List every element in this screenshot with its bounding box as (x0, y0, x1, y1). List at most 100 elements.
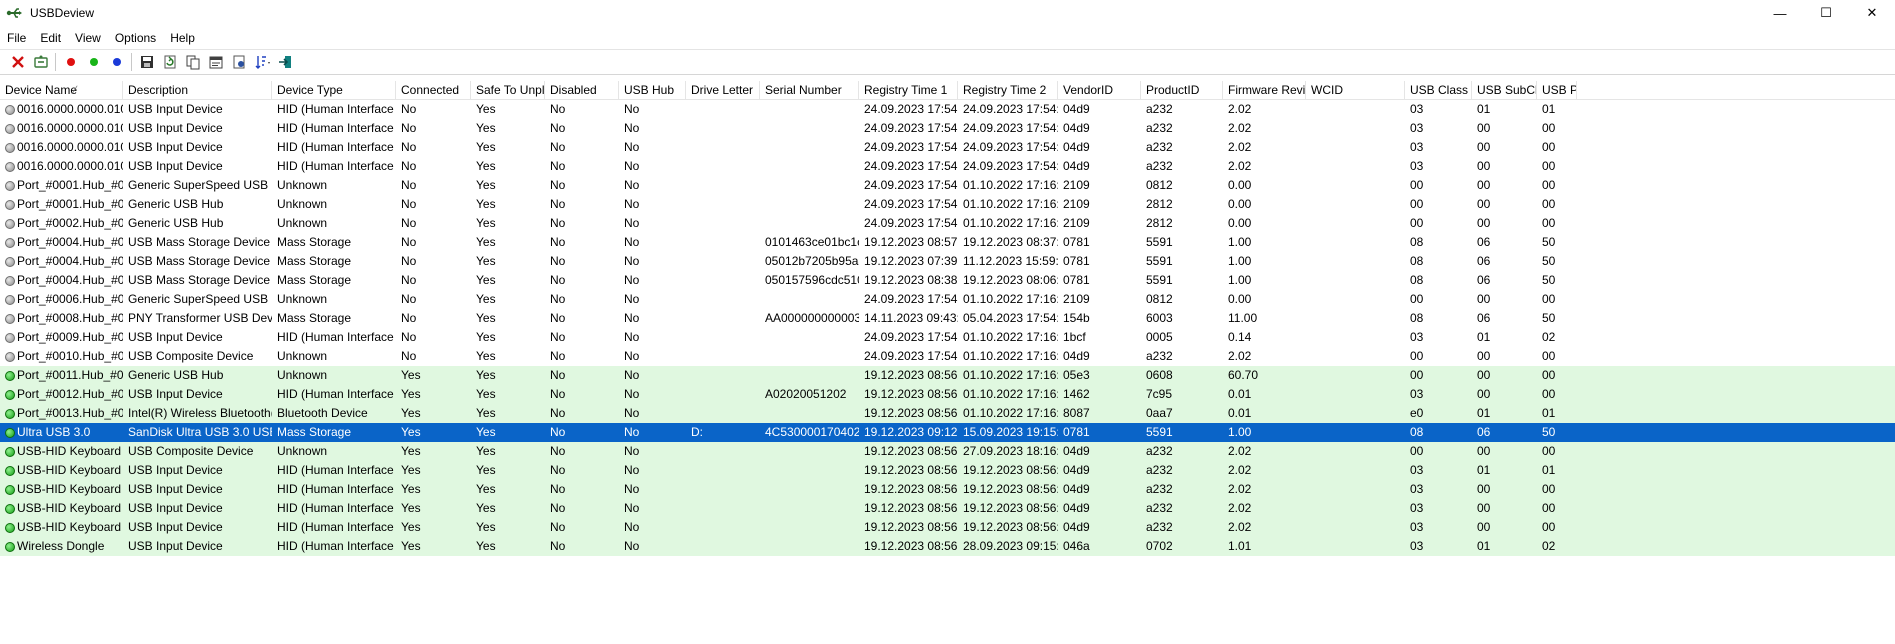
table-row[interactable]: 0016.0000.0000.010.00... USB Input Device… (0, 119, 1895, 138)
table-row[interactable]: USB-HID Keyboard USB Composite Device Unkn… (0, 442, 1895, 461)
maximize-button[interactable]: ☐ (1803, 0, 1849, 26)
enable-button[interactable] (82, 51, 105, 73)
table-cell: 5591 (1146, 235, 1173, 249)
column-header-serial-number[interactable]: Serial Number (760, 81, 859, 100)
table-cell: Yes (476, 140, 496, 154)
column-header-wcid[interactable]: WCID (1306, 81, 1405, 100)
table-cell: No (401, 235, 417, 249)
table-cell: 2.02 (1228, 482, 1252, 496)
column-header-usb-p[interactable]: USB P (1537, 81, 1577, 100)
table-cell: USB Input Device (128, 520, 223, 534)
table-cell: Unknown (277, 349, 328, 363)
table-row[interactable]: Ultra USB 3.0 SanDisk Ultra USB 3.0 USB D… (0, 423, 1895, 442)
table-cell: No (624, 463, 640, 477)
menu-file[interactable]: File (0, 27, 33, 49)
table-cell: 19.12.2023 07:39:49 (864, 254, 958, 268)
table-cell: 0.00 (1228, 216, 1252, 230)
table-cell: 00 (1477, 482, 1491, 496)
table-cell: Yes (476, 159, 496, 173)
column-header-device-type[interactable]: Device Type (272, 81, 396, 100)
column-header-drive-letter[interactable]: Drive Letter (686, 81, 760, 100)
table-row[interactable]: USB-HID Keyboard USB Input Device HID (Hum… (0, 499, 1895, 518)
device-list[interactable]: Device Name ∕ Description Device Type Connec… (0, 81, 1895, 644)
table-cell (1306, 347, 1405, 366)
column-header-usb-hub[interactable]: USB Hub (619, 81, 686, 100)
table-row[interactable]: Port_#0004.Hub_#0003 USB Mass Storage Dev… (0, 252, 1895, 271)
column-header-registry-time-1[interactable]: Registry Time 1 (859, 81, 958, 100)
table-row[interactable]: Port_#0013.Hub_#0002 Intel(R) Wireless Bl… (0, 404, 1895, 423)
html-report-button[interactable] (227, 51, 250, 73)
minimize-button[interactable]: — (1757, 0, 1803, 26)
table-cell: 00 (1410, 368, 1424, 382)
table-row[interactable]: USB-HID Keyboard USB Input Device HID (Hum… (0, 461, 1895, 480)
table-cell: 08 (1410, 254, 1424, 268)
table-cell: HID (Human Interface D... (277, 102, 396, 116)
disable-button[interactable] (59, 51, 82, 73)
menu-view[interactable]: View (68, 27, 108, 49)
save-button[interactable] (135, 51, 158, 73)
table-cell: No (624, 216, 640, 230)
close-button[interactable]: ✕ (1849, 0, 1895, 26)
disconnect-button[interactable] (29, 51, 52, 73)
table-row[interactable]: 0016.0000.0000.010.00... USB Input Device… (0, 157, 1895, 176)
column-header-device-name[interactable]: Device Name ∕ (0, 81, 123, 100)
menu-options[interactable]: Options (108, 27, 163, 49)
menu-edit[interactable]: Edit (33, 27, 68, 49)
table-cell (1306, 442, 1405, 461)
table-cell: 2109 (1063, 197, 1090, 211)
table-row[interactable]: Port_#0004.Hub_#0003 USB Mass Storage Dev… (0, 271, 1895, 290)
table-row[interactable]: Port_#0002.Hub_#0003 Generic USB Hub Unkno… (0, 214, 1895, 233)
table-row[interactable]: Port_#0004.Hub_#0002 USB Mass Storage Dev… (0, 233, 1895, 252)
refresh-button[interactable] (158, 51, 181, 73)
table-cell: USB Input Device (128, 121, 223, 135)
column-header-registry-time-2[interactable]: Registry Time 2 (958, 81, 1058, 100)
copy-button[interactable] (181, 51, 204, 73)
table-cell: 50 (1542, 254, 1556, 268)
table-cell: 08 (1410, 311, 1424, 325)
table-row[interactable]: USB-HID Keyboard USB Input Device HID (Hum… (0, 480, 1895, 499)
table-cell: 19.12.2023 08:56:39 (963, 501, 1058, 515)
table-cell: USB Input Device (128, 159, 223, 173)
table-cell (760, 138, 859, 157)
column-header-usb-class[interactable]: USB Class (1405, 81, 1472, 100)
table-row[interactable]: Port_#0009.Hub_#0002 USB Input Device HID … (0, 328, 1895, 347)
column-header-usb-subcl[interactable]: USB SubCl... (1472, 81, 1537, 100)
table-row[interactable]: 0016.0000.0000.010.00... USB Input Device… (0, 138, 1895, 157)
table-cell: 0702 (1146, 539, 1173, 553)
table-cell (1306, 366, 1405, 385)
table-cell: 00 (1410, 292, 1424, 306)
uninstall-button[interactable] (6, 51, 29, 73)
table-row[interactable]: 0016.0000.0000.010.00... USB Input Device… (0, 100, 1895, 119)
properties-button[interactable] (204, 51, 227, 73)
table-row[interactable]: Port_#0010.Hub_#0002 USB Composite Device… (0, 347, 1895, 366)
table-row[interactable]: USB-HID Keyboard USB Input Device HID (Hum… (0, 518, 1895, 537)
enable-disable-button[interactable] (105, 51, 128, 73)
column-header-productid[interactable]: ProductID (1141, 81, 1223, 100)
table-cell: 04d9 (1063, 121, 1090, 135)
column-header-description[interactable]: Description (123, 81, 272, 100)
column-header-connected[interactable]: Connected (396, 81, 471, 100)
table-cell (1306, 309, 1405, 328)
table-row[interactable]: Port_#0008.Hub_#0003 PNY Transformer USB … (0, 309, 1895, 328)
save-icon (140, 56, 153, 68)
column-header-vendorid[interactable]: VendorID (1058, 81, 1141, 100)
table-cell: 00 (1542, 387, 1556, 401)
column-header-safe-to-unpl[interactable]: Safe To Unpl... (471, 81, 545, 100)
table-cell: PNY Transformer USB Device (128, 311, 272, 325)
disable-icon (66, 58, 75, 66)
exit-button[interactable] (273, 51, 296, 73)
table-row[interactable]: Port_#0006.Hub_#0003 Generic SuperSpeed U… (0, 290, 1895, 309)
column-header-firmware-revis[interactable]: Firmware Revis... (1223, 81, 1306, 100)
table-cell: HID (Human Interface D... (277, 539, 396, 553)
table-row[interactable]: Port_#0001.Hub_#0004 Generic SuperSpeed U… (0, 176, 1895, 195)
table-cell: 00 (1477, 121, 1491, 135)
table-row[interactable]: Port_#0011.Hub_#0002 Generic USB Hub Unkno… (0, 366, 1895, 385)
sort-button[interactable] (250, 51, 273, 73)
column-header-disabled[interactable]: Disabled (545, 81, 619, 100)
menu-help[interactable]: Help (163, 27, 202, 49)
table-row[interactable]: Port_#0001.Hub_#0005 Generic USB Hub Unkno… (0, 195, 1895, 214)
table-row[interactable]: Wireless Dongle USB Input Device HID (Huma… (0, 537, 1895, 556)
table-cell: Yes (476, 520, 496, 534)
table-cell: AA00000000000317 (765, 311, 859, 325)
table-row[interactable]: Port_#0012.Hub_#0002 USB Input Device HID … (0, 385, 1895, 404)
